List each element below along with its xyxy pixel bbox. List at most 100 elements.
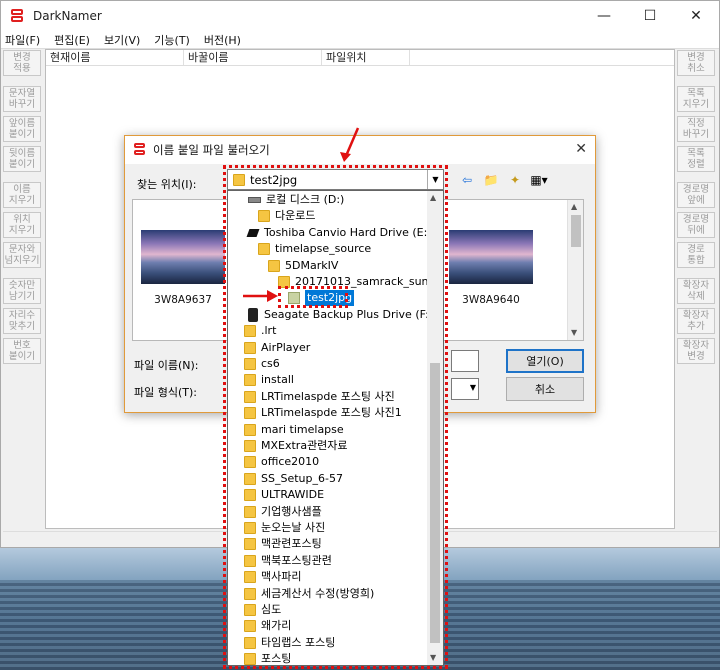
menu-file[interactable]: 파일(F) [5,32,40,48]
filetype-label: 파일 형식(T): [134,386,197,399]
cancel-button[interactable]: 취소 [506,377,584,401]
minimize-button[interactable]: — [581,1,627,31]
menu-bar: 파일(F) 편집(E) 보기(V) 기능(T) 버전(H) [1,31,719,49]
app-title: DarkNamer [33,9,102,23]
right-tool-button[interactable]: 확장자 삭제 [677,278,715,304]
left-tool-button[interactable]: 앞이름 붙이기 [3,116,41,142]
dialog-close-button[interactable]: ✕ [575,141,587,157]
menu-tools[interactable]: 기능(T) [154,32,190,48]
left-tool-button[interactable]: 번호 붙이기 [3,338,41,364]
left-tool-button[interactable]: 숫자만 남기기 [3,278,41,304]
dialog-app-icon [133,143,147,157]
tool-button-label: 맞추기 [8,321,36,332]
tool-button-label: 경로 [687,244,705,255]
annotation-box [223,165,448,669]
right-tool-button[interactable]: 경로 통합 [677,242,715,268]
thumbnail-caption: 3W8A9637 [154,294,212,306]
right-tool-button[interactable]: 목록 정렬 [677,146,715,172]
left-tool-button[interactable]: 문자와 넘지우기 [3,242,41,268]
open-button[interactable]: 열기(O) [506,349,584,373]
left-tool-button[interactable]: 자리수 맞추기 [3,308,41,334]
right-tool-button[interactable]: 변경 취소 [677,50,715,76]
tool-button-label: 변경 [13,52,31,63]
column-current-name[interactable]: 현재이름 [46,50,184,65]
annotation-arrow-right-icon [243,290,278,302]
menu-view[interactable]: 보기(V) [104,32,140,48]
right-tool-button[interactable]: 경로명 앞에 [677,182,715,208]
tool-button-label: 자리수 [8,310,36,321]
tool-button-label: 추가 [687,321,705,332]
tool-button-label: 삭제 [687,291,705,302]
tool-button-label: 목록 [687,88,705,99]
left-tool-button[interactable]: 문자열 바꾸기 [3,86,41,112]
annotation-arrow-down-icon [340,127,360,162]
tool-button-label: 정렬 [687,159,705,170]
view-menu-icon[interactable]: ▦▾ [530,172,548,188]
tool-button-label: 경로명 [682,184,710,195]
scroll-thumb[interactable] [571,215,581,247]
tool-button-label: 뒷이름 [8,148,36,159]
right-tool-button[interactable]: 경로명 뒤에 [677,212,715,238]
chevron-down-icon: ▼ [469,383,476,392]
column-new-name[interactable]: 바꿀이름 [184,50,322,65]
tool-button-label: 확장자 [682,280,710,291]
tool-button-label: 문자열 [8,88,36,99]
tool-button-label: 붙이기 [8,351,36,362]
menu-edit[interactable]: 편집(E) [54,32,90,48]
left-tool-button[interactable]: 이름 지우기 [3,182,41,208]
annotation-highlight-box [278,286,348,308]
tool-button-label: 남기기 [8,291,36,302]
tool-button-label: 지우기 [8,195,36,206]
title-bar[interactable]: DarkNamer — ☐ ✕ [1,1,719,31]
dialog-title: 이름 붙일 파일 불러오기 [153,143,270,157]
photo-thumbnail [449,230,533,284]
filetype-select[interactable]: ▼ [451,378,479,400]
tool-button-label: 위치 [13,214,31,225]
filename-input[interactable] [451,350,479,372]
scroll-down-icon[interactable]: ▼ [571,328,577,337]
app-icon [9,8,25,24]
tool-button-label: 뒤에 [687,225,705,236]
right-tool-button[interactable]: 확장자 추가 [677,308,715,334]
tool-button-label: 바꾸기 [682,129,710,140]
tool-button-label: 변경 [687,52,705,63]
tool-button-label: 통합 [687,255,705,266]
up-folder-icon[interactable]: 📁 [482,172,500,188]
close-button[interactable]: ✕ [673,1,719,31]
tool-button-label: 직정 [687,118,705,129]
look-in-label: 찾는 위치(I): [137,178,197,191]
tool-button-label: 적용 [13,63,31,74]
thumbnail-item[interactable]: 3W8A9640 [449,230,533,306]
photo-thumbnail [141,230,225,284]
tool-button-label: 앞이름 [8,118,36,129]
left-tool-button[interactable]: 뒷이름 붙이기 [3,146,41,172]
tool-button-label: 번호 [13,340,31,351]
right-toolbar: 변경 취소 목록 지우기 직정 바꾸기 목록 정렬 경로명 앞에 경로명 뒤에 경로 통합 확장자 삭제 확장자… [677,50,717,368]
tool-button-label: 취소 [687,63,705,74]
thumbnail-item[interactable]: 3W8A9637 [141,230,225,306]
tool-button-label: 넘지우기 [4,255,40,266]
tool-button-label: 붙이기 [8,159,36,170]
tool-button-label: 앞에 [687,195,705,206]
tool-button-label: 확장자 [682,340,710,351]
new-folder-icon[interactable]: ✦ [506,172,524,188]
left-toolbar: 변경 적용 문자열 바꾸기 앞이름 붙이기 뒷이름 붙이기 이름 지우기 위치 지우기 문자와 넘지우기 숫… [3,50,43,368]
column-file-location[interactable]: 파일위치 [322,50,410,65]
right-tool-button[interactable]: 목록 지우기 [677,86,715,112]
back-icon[interactable]: ⇦ [458,172,476,188]
tool-button-label: 지우기 [8,225,36,236]
tool-button-label: 바꾸기 [8,99,36,110]
menu-version[interactable]: 버전(H) [204,32,241,48]
maximize-button[interactable]: ☐ [627,1,673,31]
right-tool-button[interactable]: 직정 바꾸기 [677,116,715,142]
left-tool-button[interactable]: 변경 적용 [3,50,41,76]
tool-button-label: 변경 [687,351,705,362]
right-tool-button[interactable]: 확장자 변경 [677,338,715,364]
file-view-scrollbar[interactable]: ▲ ▼ [567,200,583,340]
thumbnail-caption: 3W8A9640 [462,294,520,306]
scroll-up-icon[interactable]: ▲ [571,202,577,211]
tool-button-label: 확장자 [682,310,710,321]
left-tool-button[interactable]: 위치 지우기 [3,212,41,238]
filename-label: 파일 이름(N): [134,359,199,372]
tool-button-label: 이름 [13,184,31,195]
